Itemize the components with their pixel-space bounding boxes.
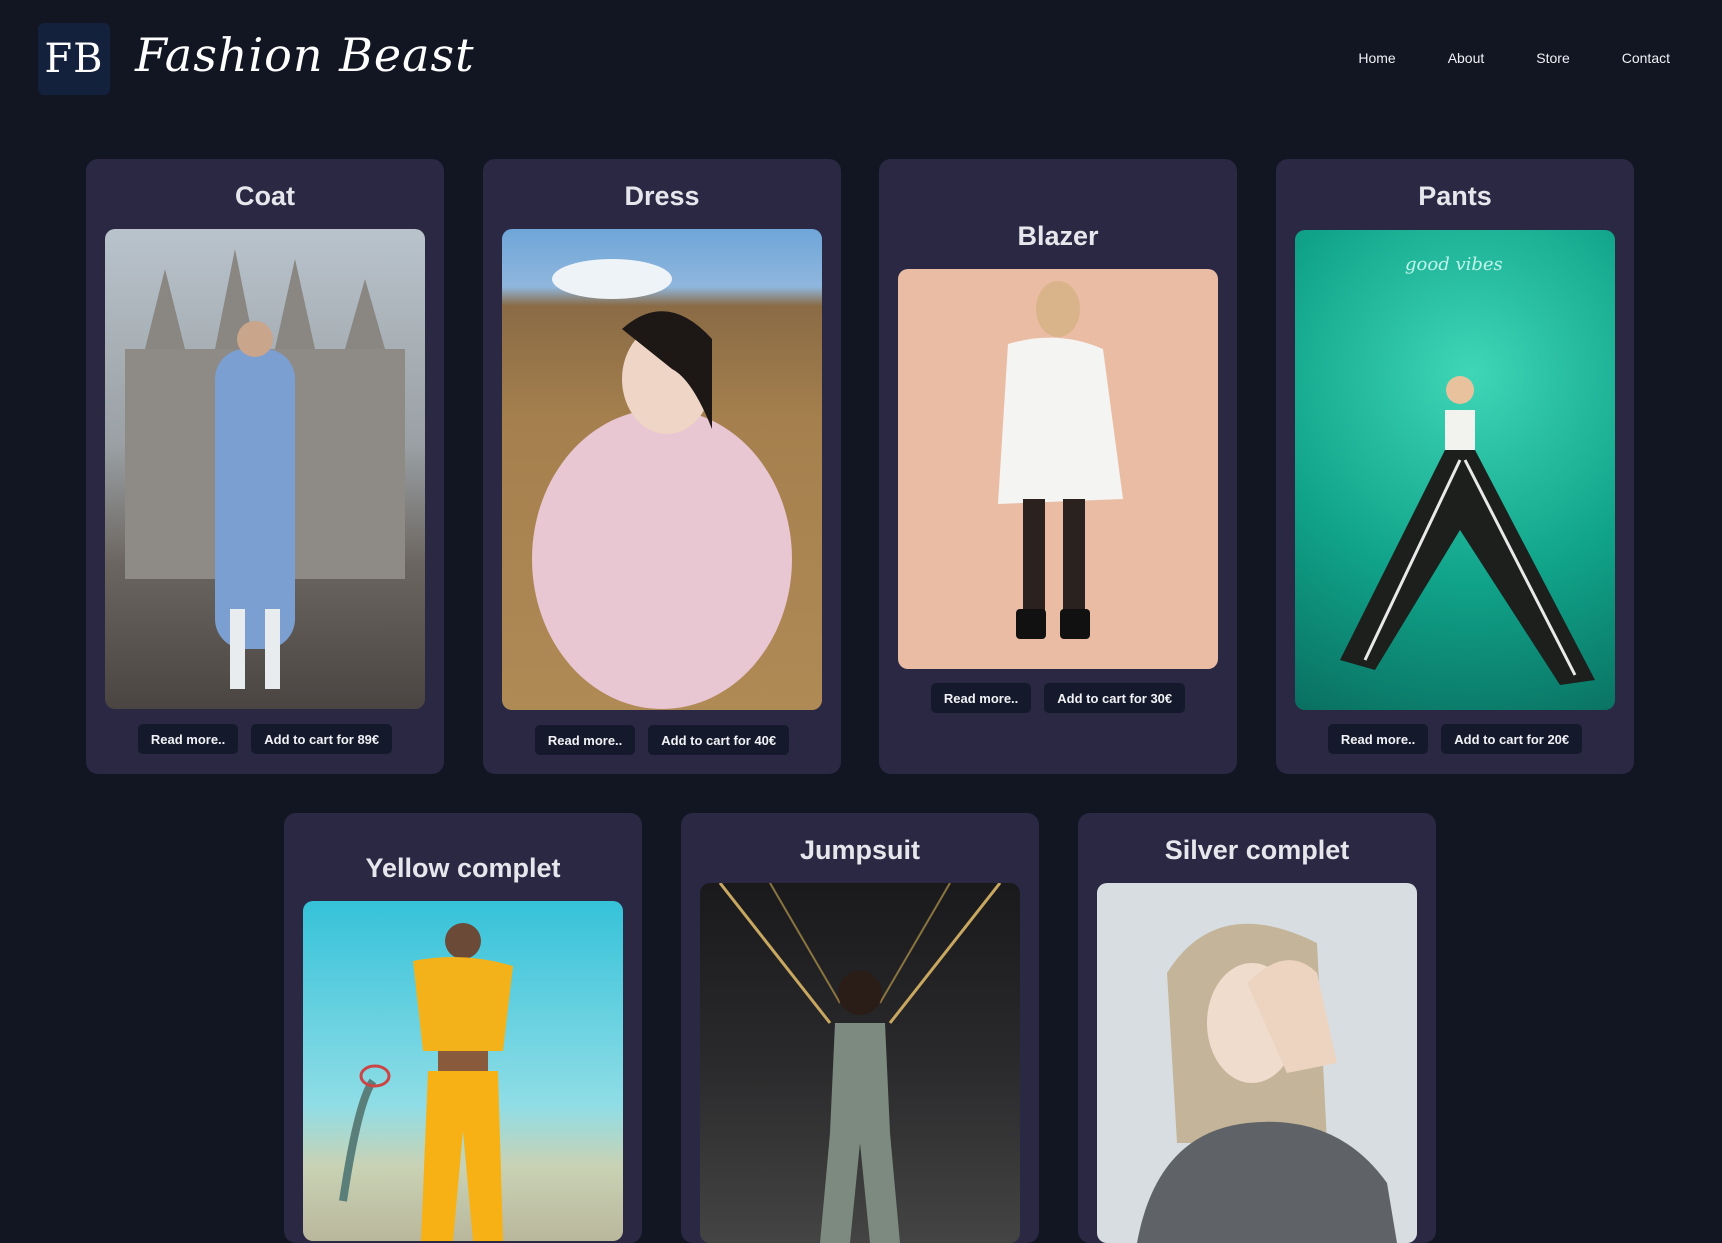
logo[interactable]: FB (38, 23, 110, 95)
add-to-cart-button[interactable]: Add to cart for 89€ (251, 724, 393, 754)
product-card-coat: Coat Read more.. Add to cart for 89€ (86, 159, 444, 774)
main-nav: Home About Store Contact (1358, 50, 1670, 66)
product-title: Dress (624, 181, 700, 211)
product-card-dress: Dress Read more.. Add to cart for 40€ (483, 159, 841, 774)
product-image (700, 883, 1020, 1243)
read-more-button[interactable]: Read more.. (534, 725, 636, 755)
product-card-jumpsuit: Jumpsuit (681, 813, 1039, 1243)
nav-store-link[interactable]: Store (1536, 50, 1569, 66)
product-image: good vibes (1295, 230, 1615, 710)
product-actions: Read more.. Add to cart for 30€ (879, 683, 1237, 713)
product-image (502, 229, 822, 710)
nav-about-link[interactable]: About (1448, 50, 1485, 66)
read-more-button[interactable]: Read more.. (1327, 724, 1429, 754)
product-image (1097, 883, 1417, 1243)
read-more-button[interactable]: Read more.. (137, 724, 239, 754)
product-image (303, 901, 623, 1241)
product-title: Silver complet (1164, 835, 1350, 865)
add-to-cart-button[interactable]: Add to cart for 20€ (1441, 724, 1583, 754)
product-image (898, 269, 1218, 669)
product-title: Yellow complet (365, 853, 561, 883)
product-card-pants: Pants good vibes Read more.. Add to cart… (1276, 159, 1634, 774)
product-title: Pants (1418, 181, 1492, 211)
nav-home-link[interactable]: Home (1358, 50, 1395, 66)
product-image (105, 229, 425, 709)
product-card-silver-complet: Silver complet (1078, 813, 1436, 1243)
product-card-yellow-complet: Yellow complet (284, 813, 642, 1243)
svg-text:good vibes: good vibes (1405, 254, 1503, 275)
product-actions: Read more.. Add to cart for 89€ (86, 724, 444, 754)
product-actions: Read more.. Add to cart for 20€ (1276, 724, 1634, 754)
product-actions: Read more.. Add to cart for 40€ (483, 725, 841, 755)
read-more-button[interactable]: Read more.. (930, 683, 1032, 713)
add-to-cart-button[interactable]: Add to cart for 30€ (1044, 683, 1186, 713)
product-title: Coat (235, 181, 295, 211)
site-header: FB Fashion Beast Home About Store Contac… (0, 0, 1722, 120)
product-card-blazer: Blazer Read more.. Add to cart for 30€ (879, 159, 1237, 774)
nav-contact-link[interactable]: Contact (1622, 50, 1670, 66)
brand-name[interactable]: Fashion Beast (135, 28, 475, 82)
product-title: Blazer (1017, 221, 1099, 251)
product-title: Jumpsuit (799, 835, 920, 865)
add-to-cart-button[interactable]: Add to cart for 40€ (648, 725, 790, 755)
